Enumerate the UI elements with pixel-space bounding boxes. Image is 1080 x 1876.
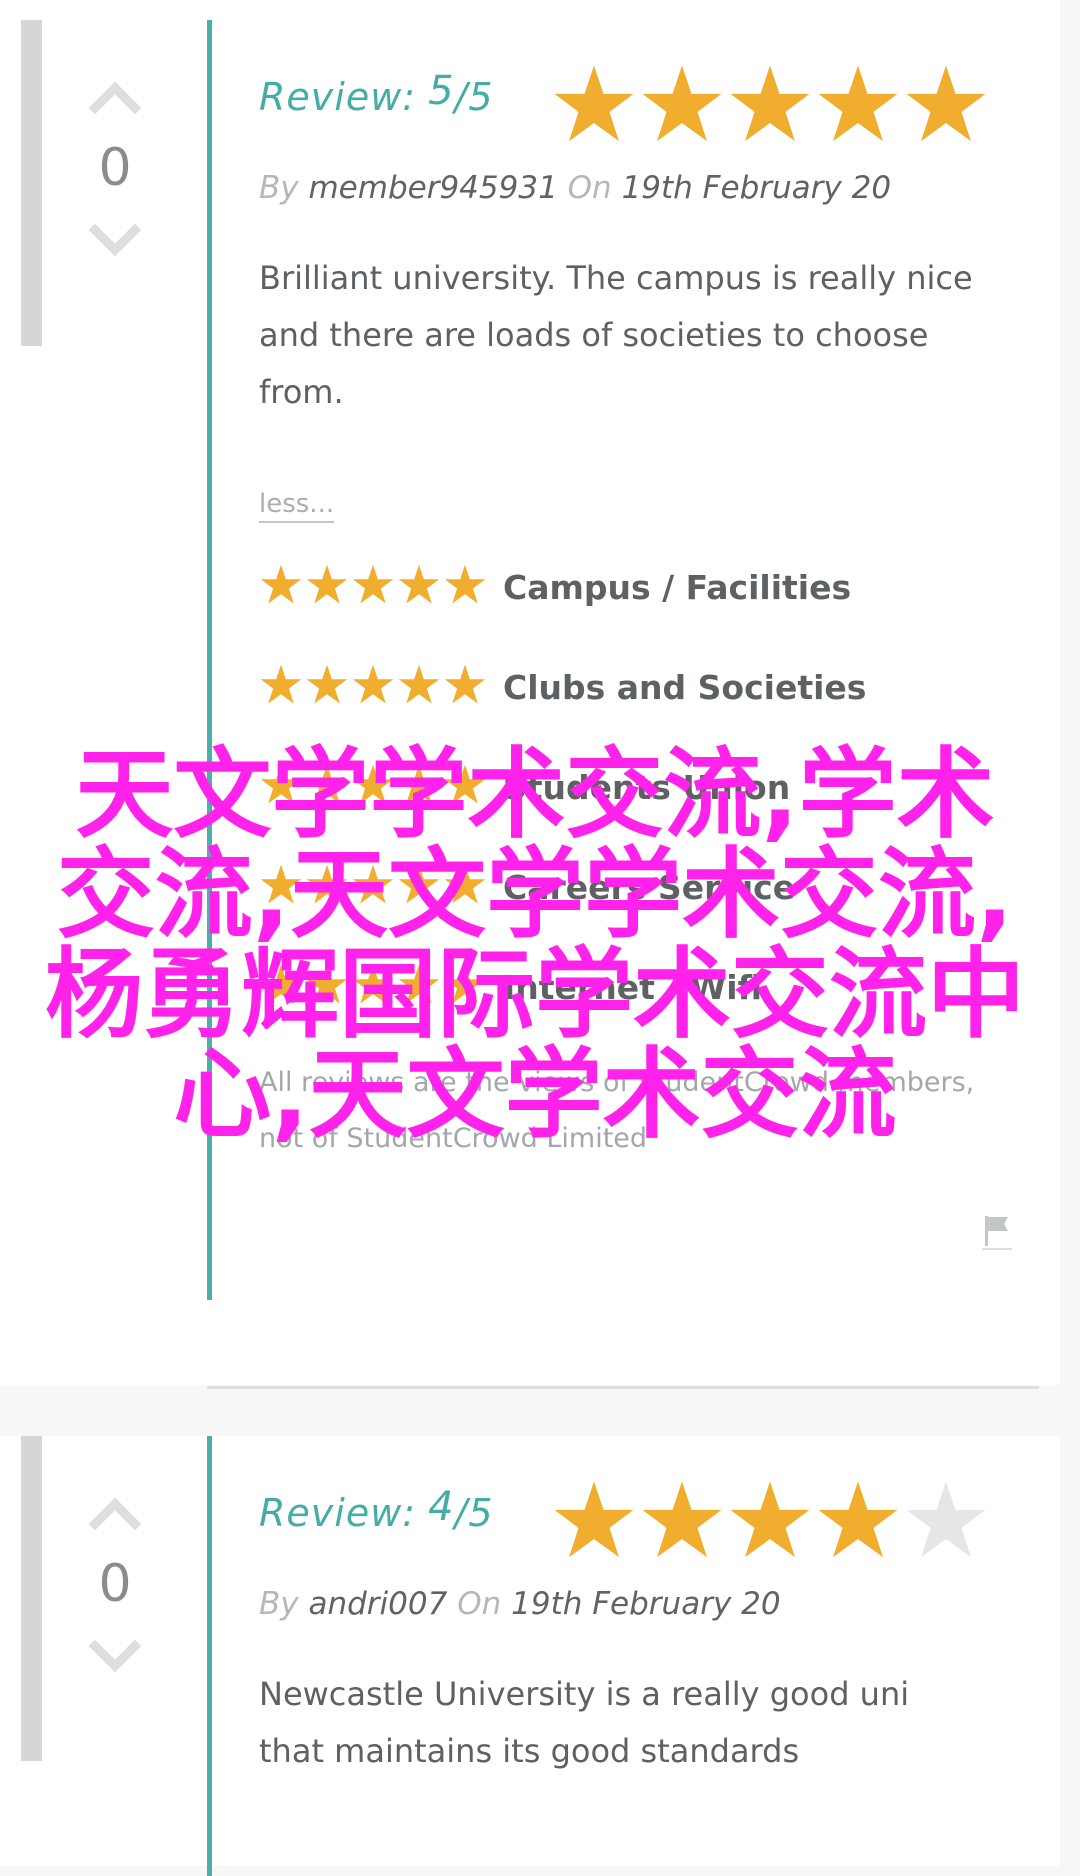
review-content: Review: 4/5 By andri007 On 19th February …: [259, 1476, 1020, 1780]
star-filled-icon: [306, 564, 348, 604]
overall-rating-stars: [551, 62, 991, 152]
star-filled-icon: [260, 764, 302, 804]
star-filled-icon: [260, 564, 302, 604]
category-rating: Campus / Facilities: [259, 537, 1020, 637]
upvote-icon[interactable]: [85, 78, 145, 114]
star-filled-icon: [818, 1481, 898, 1558]
review-score-max: /5: [454, 1491, 494, 1535]
category-label: Students Union: [503, 767, 791, 807]
review-separator: [207, 1386, 1039, 1389]
vote-widget: 0: [70, 1494, 160, 1676]
star-filled-icon: [352, 964, 394, 1004]
flag-icon[interactable]: [982, 1212, 1012, 1252]
review-byline: By member945931 On 19th February 20: [259, 170, 1020, 206]
star-filled-icon: [554, 65, 634, 142]
review-accent-line: [207, 1436, 212, 1876]
star-filled-icon: [398, 864, 440, 904]
by-label: By: [259, 170, 299, 206]
review-author[interactable]: andri007: [308, 1586, 447, 1622]
category-stars: [259, 963, 489, 1011]
vote-count: 0: [98, 138, 132, 198]
category-label: Careers Service: [503, 867, 796, 907]
review-author[interactable]: member945931: [308, 170, 557, 206]
star-filled-icon: [352, 864, 394, 904]
category-rating: Careers Service: [259, 837, 1020, 937]
category-rating: Students Union: [259, 737, 1020, 837]
review-score-label: Review: 4/5: [259, 1484, 494, 1536]
category-label: Internet / Wifi: [503, 967, 763, 1007]
on-label: On: [567, 170, 612, 206]
category-ratings: Campus / Facilities Clubs and Societies …: [259, 537, 1020, 1037]
star-filled-icon: [398, 664, 440, 704]
review-score: 4: [428, 1484, 455, 1530]
downvote-icon[interactable]: [85, 1640, 145, 1676]
review-score-label: Review: 5/5: [259, 68, 494, 120]
star-filled-icon: [642, 65, 722, 142]
star-filled-icon: [260, 864, 302, 904]
category-stars: [259, 763, 489, 811]
category-label: Clubs and Societies: [503, 667, 867, 707]
star-filled-icon: [306, 964, 348, 1004]
star-filled-icon: [730, 1481, 810, 1558]
star-filled-icon: [444, 764, 486, 804]
review-score: 5: [428, 68, 455, 114]
star-filled-icon: [554, 1481, 634, 1558]
vote-bar: [21, 20, 42, 346]
review-byline: By andri007 On 19th February 20: [259, 1586, 1020, 1622]
downvote-icon[interactable]: [85, 224, 145, 260]
star-filled-icon: [306, 664, 348, 704]
star-filled-icon: [260, 964, 302, 1004]
on-label: On: [457, 1586, 502, 1622]
by-label: By: [259, 1586, 299, 1622]
star-filled-icon: [642, 1481, 722, 1558]
review-disclaimer: All reviews are the views of StudentCrow…: [259, 1067, 975, 1154]
star-filled-icon: [444, 664, 486, 704]
vote-bar: [21, 1436, 42, 1761]
star-filled-icon: [352, 564, 394, 604]
category-stars: [259, 563, 489, 611]
review-score-max: /5: [454, 75, 494, 119]
category-rating: Internet / Wifi: [259, 937, 1020, 1037]
star-filled-icon: [906, 65, 986, 142]
less-link[interactable]: less...: [259, 489, 335, 523]
star-filled-icon: [730, 65, 810, 142]
category-stars: [259, 863, 489, 911]
review-header: Review: 5/5: [259, 60, 1020, 150]
review-label-text: Review:: [259, 75, 417, 119]
vote-widget: 0: [70, 78, 160, 260]
star-filled-icon: [306, 864, 348, 904]
star-filled-icon: [352, 664, 394, 704]
star-filled-icon: [352, 764, 394, 804]
star-filled-icon: [444, 964, 486, 1004]
reviews-page: 0 Review: 5/5 By member945931 On 19th Feb…: [0, 0, 1080, 1876]
overall-rating-stars: [551, 1478, 991, 1568]
category-rating: Clubs and Societies: [259, 637, 1020, 737]
star-filled-icon: [398, 964, 440, 1004]
review-card: 0 Review: 5/5 By member945931 On 19th Feb…: [0, 0, 1060, 1385]
review-text: Newcastle University is a really good un…: [259, 1675, 910, 1770]
star-empty-icon: [906, 1481, 986, 1558]
star-filled-icon: [444, 564, 486, 604]
upvote-icon[interactable]: [85, 1494, 145, 1530]
star-filled-icon: [398, 764, 440, 804]
review-date: 19th February 20: [621, 170, 892, 206]
review-content: Review: 5/5 By member945931 On 19th Febru…: [259, 60, 1020, 1167]
review-accent-line: [207, 20, 212, 1300]
star-filled-icon: [444, 864, 486, 904]
review-date: 19th February 20: [511, 1586, 781, 1622]
review-card: 0 Review: 4/5 By andri007 On 19th Februar…: [0, 1436, 1060, 1876]
category-stars: [259, 663, 489, 711]
review-text: Brilliant university. The campus is real…: [259, 259, 973, 411]
star-filled-icon: [818, 65, 898, 142]
review-header: Review: 4/5: [259, 1476, 1020, 1566]
category-label: Campus / Facilities: [503, 567, 852, 607]
vote-count: 0: [98, 1554, 132, 1614]
review-label-text: Review:: [259, 1491, 417, 1535]
star-filled-icon: [260, 664, 302, 704]
star-filled-icon: [398, 564, 440, 604]
star-filled-icon: [306, 764, 348, 804]
